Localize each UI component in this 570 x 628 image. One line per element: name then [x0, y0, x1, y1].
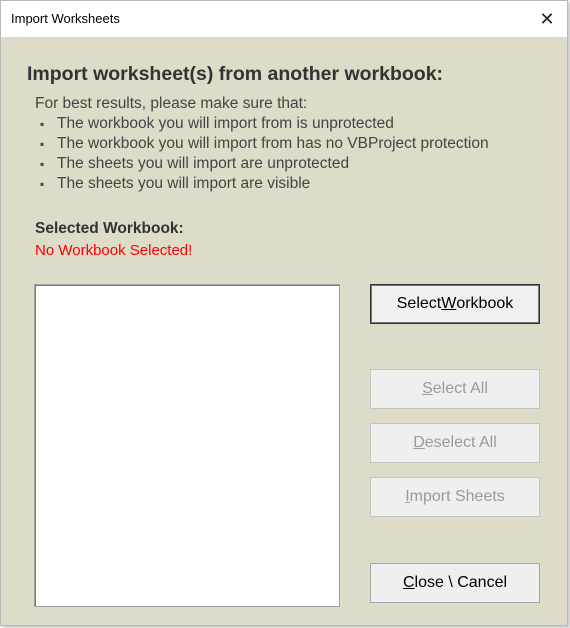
bullet-icon: ▪ — [40, 137, 45, 151]
requirement-text: The workbook you will import from is unp… — [57, 115, 394, 132]
requirement-text: The sheets you will import are visible — [57, 175, 311, 192]
selected-workbook-value: No Workbook Selected! — [35, 242, 193, 259]
select-all-button[interactable]: Select All — [370, 369, 540, 409]
import-worksheets-dialog: Import Worksheets ✕ Import worksheet(s) … — [0, 0, 568, 626]
list-item: ▪ The sheets you will import are unprote… — [35, 154, 489, 174]
close-cancel-button[interactable]: Close \ Cancel — [370, 563, 540, 603]
import-sheets-button[interactable]: Import Sheets — [370, 477, 540, 517]
close-icon[interactable]: ✕ — [527, 1, 567, 37]
bullet-icon: ▪ — [40, 157, 45, 171]
intro-text: For best results, please make sure that: — [35, 95, 308, 112]
select-workbook-button[interactable]: Select Workbook — [370, 284, 540, 324]
selected-workbook-label: Selected Workbook: — [35, 220, 184, 237]
bullet-icon: ▪ — [40, 177, 45, 191]
dialog-heading: Import worksheet(s) from another workboo… — [27, 63, 444, 85]
requirement-text: The sheets you will import are unprotect… — [57, 155, 350, 172]
window-title: Import Worksheets — [11, 11, 120, 26]
requirement-text: The workbook you will import from has no… — [57, 135, 489, 152]
list-item: ▪ The workbook you will import from has … — [35, 134, 489, 154]
bullet-icon: ▪ — [40, 117, 45, 131]
dialog-content: Import worksheet(s) from another workboo… — [1, 37, 567, 625]
requirements-list: ▪ The workbook you will import from is u… — [35, 114, 489, 194]
deselect-all-button[interactable]: Deselect All — [370, 423, 540, 463]
list-item: ▪ The sheets you will import are visible — [35, 174, 489, 194]
list-item: ▪ The workbook you will import from is u… — [35, 114, 489, 134]
title-bar: Import Worksheets ✕ — [1, 1, 567, 37]
worksheet-listbox[interactable] — [34, 284, 340, 607]
